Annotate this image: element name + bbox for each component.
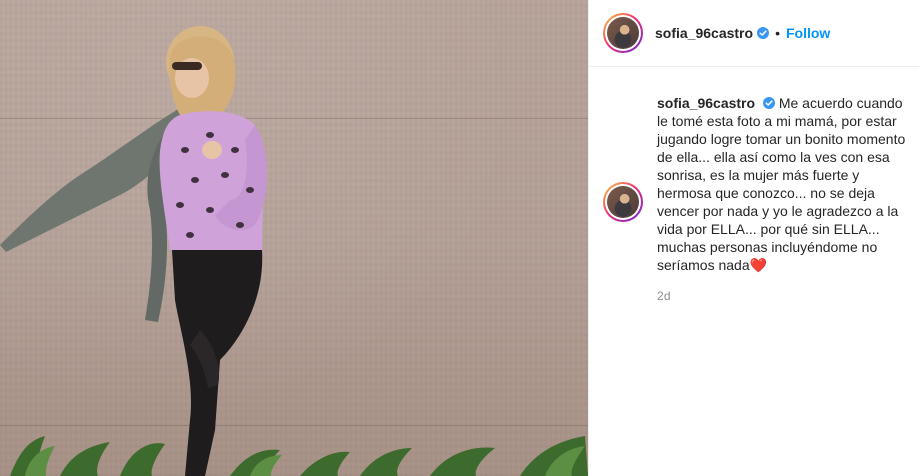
woman-figure <box>0 26 588 476</box>
post-header: sofia_96castro • Follow <box>589 0 919 67</box>
verified-badge-icon <box>757 27 770 39</box>
caption-text: sofia_96castro Me acuerdo cuando le tomé… <box>657 94 908 274</box>
post-timestamp[interactable]: 2d <box>657 289 671 303</box>
caption-username[interactable]: sofia_96castro <box>657 95 755 111</box>
heart-emoji: ❤️ <box>749 257 768 273</box>
post-photo[interactable] <box>0 0 588 476</box>
follow-button[interactable]: Follow <box>786 25 830 41</box>
separator-dot: • <box>775 25 780 41</box>
verified-badge-icon <box>762 97 775 109</box>
header-username[interactable]: sofia_96castro <box>655 25 753 41</box>
caption-comment: sofia_96castro Me acuerdo cuando le tomé… <box>603 94 908 274</box>
caption-avatar[interactable] <box>603 182 643 222</box>
profile-avatar[interactable] <box>603 13 643 53</box>
post-sidebar: sofia_96castro • Follow sofia_96castro M… <box>588 0 919 476</box>
caption-content: Me acuerdo cuando le tomé esta foto a mi… <box>657 95 906 273</box>
